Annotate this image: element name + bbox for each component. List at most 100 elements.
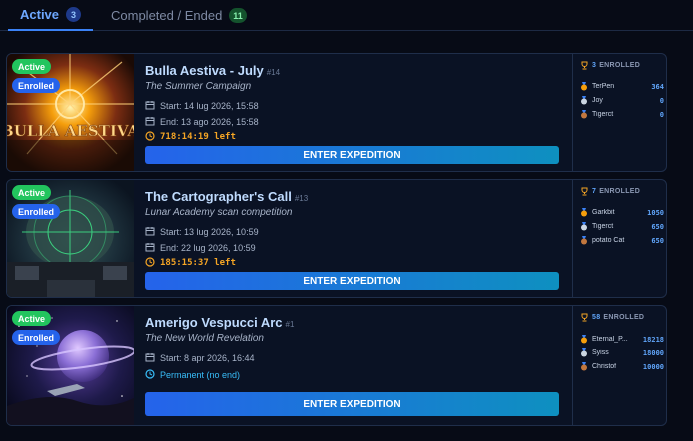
expedition-number: #13 (294, 194, 309, 203)
player-points: 650 (651, 236, 664, 245)
trophy-icon (580, 61, 589, 70)
leaderboard-row: Christof 10000 (580, 362, 664, 371)
expedition-title: Bulla Aestiva - July (145, 63, 264, 78)
start-date-text: Start: 14 lug 2026, 15:58 (160, 100, 259, 111)
tab-completed-label: Completed / Ended (111, 8, 223, 23)
enrolled-count: 3 (592, 62, 597, 69)
start-date-text: Start: 13 lug 2026, 10:59 (160, 226, 259, 237)
enrolled-count: 7 (592, 188, 597, 195)
tab-active-label: Active (20, 7, 60, 22)
player-points: 10000 (642, 362, 664, 371)
expedition-card: Active Enrolled The Cartographer's Call #… (6, 179, 667, 298)
calendar-icon (145, 352, 156, 363)
enrolled-label: ENROLLED (599, 62, 641, 69)
player-name: Eternal_P... (592, 336, 628, 343)
title-row: Amerigo Vespucci Arc #1 (145, 314, 294, 332)
leaderboard-row: potato Cat 650 (580, 236, 664, 245)
medal-icon (580, 110, 588, 119)
clock-icon (145, 369, 156, 380)
expedition-subtitle: The Summer Campaign (145, 81, 252, 92)
medal-icon (580, 236, 588, 245)
enrolled-header: 3 ENROLLED (580, 61, 663, 70)
player-name: potato Cat (592, 237, 625, 244)
title-row: Bulla Aestiva - July #14 (145, 62, 280, 80)
leaderboard-panel: 3 ENROLLED TerPen 364 Joy 0 Tigerct 0 (572, 54, 666, 171)
enter-expedition-button[interactable]: ENTER EXPEDITION (145, 392, 559, 416)
expedition-number: #14 (266, 68, 281, 77)
leaderboard-panel: 58 ENROLLED Eternal_P... 18218 Syiss 1800… (572, 306, 666, 425)
leaderboard-row: Eternal_P... 18218 (580, 335, 664, 344)
player-points: 1050 (647, 208, 664, 217)
status-badge-enrolled: Enrolled (12, 330, 61, 345)
player-points: 650 (651, 222, 664, 231)
thumbnail-logo-text: BULLA AESTIVA (7, 122, 134, 140)
player-name: Tigerct (592, 223, 614, 230)
calendar-icon (145, 100, 156, 111)
end-date-text: End: 13 ago 2026, 15:58 (160, 116, 259, 127)
leaderboard-row: Tigerct 0 (580, 110, 664, 119)
player-points: 0 (659, 110, 664, 119)
countdown-text: 185:15:37 left (160, 257, 236, 268)
expedition-thumbnail: Active Enrolled (7, 180, 134, 297)
player-name: Syiss (592, 349, 609, 356)
calendar-icon (145, 242, 156, 253)
expedition-number: #1 (285, 320, 295, 329)
clock-icon (145, 131, 156, 142)
tab-completed[interactable]: Completed / Ended 11 (111, 0, 247, 31)
medal-icon (580, 96, 588, 105)
tab-bar: Active 3 Completed / Ended 11 (0, 0, 693, 31)
end-date: End: 22 lug 2026, 10:59 (145, 242, 256, 253)
status-badge-active: Active (12, 59, 52, 74)
trophy-icon (580, 187, 589, 196)
leaderboard-row: Tigerct 650 (580, 222, 664, 231)
title-row: The Cartographer's Call #13 (145, 188, 308, 206)
start-date-text: Start: 8 apr 2026, 16:44 (160, 352, 255, 363)
enter-expedition-button[interactable]: ENTER EXPEDITION (145, 146, 559, 164)
enrolled-header: 58 ENROLLED (580, 313, 663, 322)
start-date: Start: 8 apr 2026, 16:44 (145, 352, 255, 363)
calendar-icon (145, 226, 156, 237)
expedition-title: The Cartographer's Call (145, 189, 292, 204)
medal-icon (580, 82, 588, 91)
start-date: Start: 13 lug 2026, 10:59 (145, 226, 259, 237)
expedition-card: Active Enrolled Amerigo Vespucci Arc #1 T… (6, 305, 667, 426)
expedition-subtitle: The New World Revelation (145, 333, 264, 344)
player-name: Christof (592, 363, 617, 370)
player-points: 18000 (642, 348, 664, 357)
enrolled-header: 7 ENROLLED (580, 187, 663, 196)
leaderboard-row: Joy 0 (580, 96, 664, 105)
medal-icon (580, 362, 588, 371)
medal-icon (580, 348, 588, 357)
status-badge-active: Active (12, 185, 52, 200)
countdown-timer: 718:14:19 left (145, 131, 236, 142)
status-badge-active: Active (12, 311, 52, 326)
leaderboard-row: TerPen 364 (580, 82, 664, 91)
player-points: 18218 (642, 335, 664, 344)
expedition-subtitle: Lunar Academy scan competition (145, 207, 293, 218)
enrolled-count: 58 (592, 314, 601, 321)
player-points: 364 (651, 82, 664, 91)
permanent-text: Permanent (no end) (160, 369, 241, 380)
tab-active[interactable]: Active 3 (8, 0, 93, 31)
end-date-text: End: 22 lug 2026, 10:59 (160, 242, 256, 253)
countdown-timer: 185:15:37 left (145, 257, 236, 268)
enrolled-label: ENROLLED (603, 314, 645, 321)
end-date: End: 13 ago 2026, 15:58 (145, 116, 259, 127)
status-badge-enrolled: Enrolled (12, 78, 61, 93)
expedition-thumbnail: Active Enrolled (7, 306, 134, 425)
leaderboard-row: Syiss 18000 (580, 348, 664, 357)
player-name: Tigerct (592, 111, 614, 118)
calendar-icon (145, 116, 156, 127)
leaderboard-row: Garkbit 1050 (580, 208, 664, 217)
expedition-card: BULLA AESTIVA Active Enrolled Bulla Aest… (6, 53, 667, 172)
player-name: Garkbit (592, 209, 615, 216)
leaderboard-panel: 7 ENROLLED Garkbit 1050 Tigerct 650 potat… (572, 180, 666, 297)
player-name: TerPen (592, 83, 615, 90)
enrolled-label: ENROLLED (599, 188, 641, 195)
expedition-title: Amerigo Vespucci Arc (145, 315, 283, 330)
medal-icon (580, 222, 588, 231)
clock-icon (145, 257, 156, 268)
tab-completed-count-badge: 11 (229, 8, 247, 23)
player-points: 0 (659, 96, 664, 105)
enter-expedition-button[interactable]: ENTER EXPEDITION (145, 272, 559, 290)
